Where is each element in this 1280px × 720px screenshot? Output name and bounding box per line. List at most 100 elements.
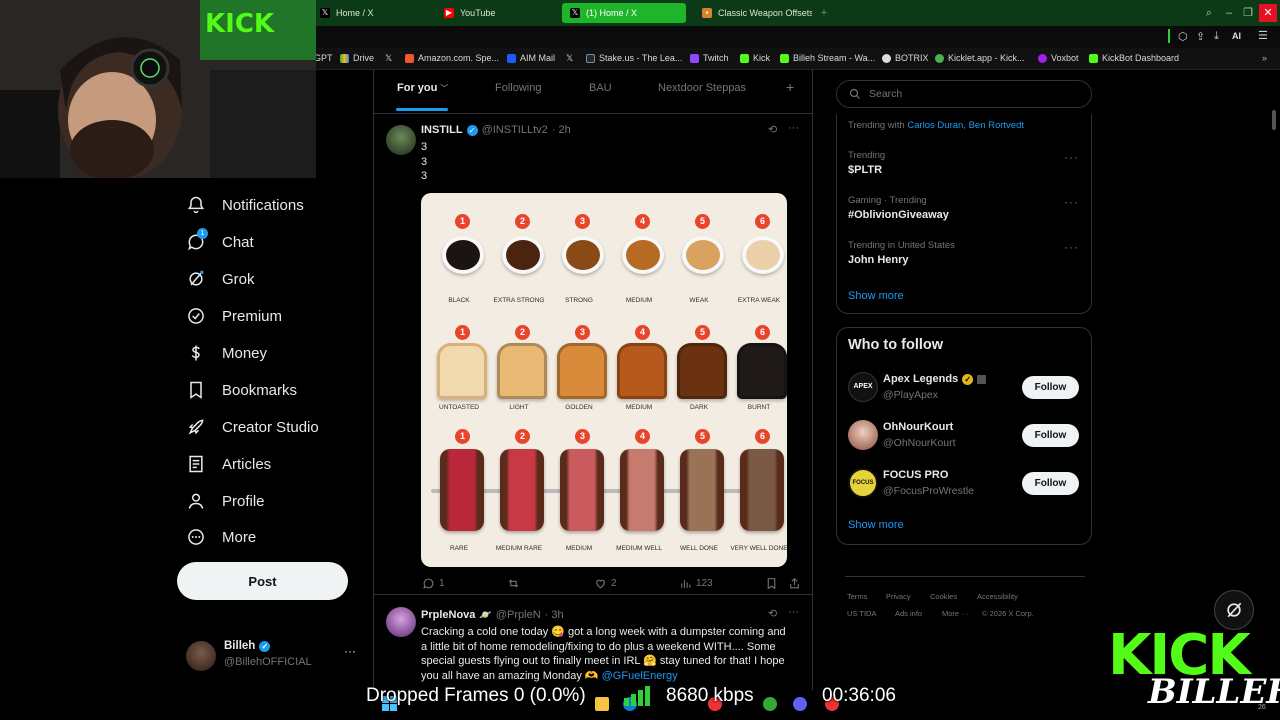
tweet-line: Cracking a cold one today 😋 got a long w…: [421, 626, 786, 638]
bookmark-item[interactable]: 𝕏: [566, 53, 577, 64]
trend-more-icon[interactable]: ···: [1064, 195, 1079, 209]
step-number-badge: 5: [695, 325, 710, 340]
nav-profile[interactable]: Profile: [186, 486, 265, 516]
browser-tab-weapon-offsets[interactable]: ▪ Classic Weapon Offsets at: [694, 3, 812, 23]
mention-link[interactable]: @GFuelEnergy: [602, 670, 678, 682]
nav-premium[interactable]: Premium: [186, 301, 282, 331]
tweet-author-name[interactable]: INSTILL: [421, 124, 463, 136]
grok-icon[interactable]: ⟲: [768, 607, 777, 620]
nav-creator-studio[interactable]: Creator Studio: [186, 412, 319, 442]
bookmark-item[interactable]: KickBot Dashboard: [1089, 53, 1179, 63]
tweet-image-doneness-chart[interactable]: 1 BLACK 2 EXTRA STRONG 3 STRONG 4 MEDIUM 5 WEAK 6 E…: [421, 193, 787, 567]
tweet-author-handle[interactable]: @INSTILLtv2: [482, 124, 548, 136]
tab-nextdoor-steppas[interactable]: Nextdoor Steppas: [658, 82, 746, 94]
avatar[interactable]: FOCUS: [848, 468, 878, 498]
reply-button[interactable]: 1: [422, 577, 445, 590]
tweet[interactable]: PrpleNova 🪐 @PrpleN · 3h ⟲ ··· Cracking …: [374, 597, 812, 690]
share-button[interactable]: [788, 577, 801, 590]
avatar[interactable]: APEX: [848, 372, 878, 402]
nav-more[interactable]: More: [186, 522, 256, 552]
footer-ads-info-link[interactable]: Ads info: [895, 609, 922, 618]
steak-label: WELL DONE: [679, 545, 719, 552]
browser-tab-active-home-x[interactable]: 𝕏 (1) Home / X: [562, 3, 686, 23]
nav-grok[interactable]: Grok: [186, 264, 255, 294]
tweet-more-icon[interactable]: ···: [788, 122, 799, 134]
bookmark-item[interactable]: Billeh Stream - Wa...: [780, 53, 875, 63]
tab-for-you[interactable]: For you ﹀: [397, 82, 448, 94]
x-icon: 𝕏: [570, 8, 580, 18]
bookmark-item[interactable]: Drive: [340, 53, 374, 63]
bookmark-button[interactable]: [765, 577, 778, 590]
tweet-more-icon[interactable]: ···: [788, 606, 799, 618]
tweet-author-handle[interactable]: @PrpleN: [496, 609, 541, 621]
footer-us-tida-link[interactable]: US TIDA: [847, 609, 876, 618]
tab-following[interactable]: Following: [495, 82, 541, 94]
browser-tab-home-x[interactable]: 𝕏 Home / X: [312, 3, 436, 23]
suggestion-handle: @OhNourKourt: [883, 437, 956, 449]
bookmark-item[interactable]: BOTRIX: [882, 53, 929, 63]
steak-slice: [440, 449, 484, 531]
restore-button[interactable]: ❐: [1239, 4, 1257, 22]
avatar[interactable]: [386, 125, 416, 155]
nav-money[interactable]: Money: [186, 338, 267, 368]
bookmark-item[interactable]: Amazon.com. Spe...: [405, 53, 499, 63]
close-button[interactable]: ✕: [1259, 4, 1277, 22]
footer-more-link[interactable]: More ···: [942, 609, 969, 618]
views-button[interactable]: 123: [679, 577, 713, 590]
bookmark-item[interactable]: Kicklet.app - Kick...: [935, 53, 1025, 63]
post-button[interactable]: Post: [177, 562, 348, 600]
avatar[interactable]: [848, 420, 878, 450]
trends-show-more-link[interactable]: Show more: [848, 290, 904, 302]
bookmark-item[interactable]: 𝕏: [385, 53, 396, 64]
nav-notifications[interactable]: Notifications: [186, 190, 304, 220]
tweet-time[interactable]: · 3h: [545, 609, 564, 621]
account-more-icon[interactable]: ···: [344, 644, 356, 658]
suggestion-name[interactable]: OhNourKourt: [883, 421, 953, 433]
nav-bookmarks[interactable]: Bookmarks: [186, 375, 297, 405]
tweet-author-name[interactable]: PrpleNova: [421, 609, 475, 621]
grok-icon[interactable]: ⟲: [768, 123, 777, 136]
follow-button[interactable]: Follow: [1022, 472, 1079, 495]
trend-more-icon[interactable]: ···: [1064, 150, 1079, 164]
trend-more-icon[interactable]: ···: [1064, 240, 1079, 254]
bookmark-item[interactable]: AIM Mail: [507, 53, 555, 63]
download-icon[interactable]: ⤓: [1214, 30, 1219, 43]
bookmark-item[interactable]: GPT: [314, 53, 333, 63]
bookmark-item[interactable]: Stake.us - The Lea...: [586, 53, 682, 63]
who-to-follow-show-more-link[interactable]: Show more: [848, 519, 904, 531]
search-icon[interactable]: ⌕: [1200, 4, 1218, 22]
new-tab-button[interactable]: +: [815, 4, 833, 22]
bookmark-item[interactable]: Voxbot: [1038, 53, 1079, 63]
account-switcher[interactable]: Billeh ✓ @BillehOFFICIAL ···: [186, 638, 366, 674]
tweet-time[interactable]: · 2h: [552, 124, 571, 136]
bookmark-item[interactable]: Twitch: [690, 53, 729, 63]
follow-button[interactable]: Follow: [1022, 376, 1079, 399]
suggestion-name-row: Apex Legends ✓: [883, 373, 987, 385]
tab-label: YouTube: [460, 8, 496, 18]
footer-privacy-link[interactable]: Privacy: [886, 592, 911, 601]
footer-terms-link[interactable]: Terms: [847, 592, 867, 601]
ai-button[interactable]: AI: [1232, 31, 1241, 41]
share-icon[interactable]: ⇪: [1196, 30, 1205, 43]
tab-bau[interactable]: BAU: [589, 82, 612, 94]
suggestion-name[interactable]: FOCUS PRO: [883, 469, 948, 481]
footer-accessibility-link[interactable]: Accessibility: [977, 592, 1018, 601]
menu-icon[interactable]: ☰: [1258, 29, 1268, 42]
like-button[interactable]: 2: [594, 577, 617, 590]
scrollbar-thumb[interactable]: [1272, 110, 1276, 130]
nav-chat[interactable]: 1 Chat: [186, 227, 254, 257]
suggestion-name[interactable]: Apex Legends: [883, 373, 958, 385]
repost-button[interactable]: [507, 577, 520, 590]
add-tab-icon[interactable]: +: [786, 79, 794, 95]
bookmark-item[interactable]: Kick: [740, 53, 770, 63]
search-input[interactable]: Search: [836, 80, 1092, 108]
browser-tab-youtube[interactable]: ▶ YouTube: [436, 3, 560, 23]
footer-cookies-link[interactable]: Cookies: [930, 592, 957, 601]
trend-related-links[interactable]: Carlos Duran, Ben Rortvedt: [907, 120, 1024, 131]
bookmarks-overflow-icon[interactable]: »: [1262, 53, 1267, 63]
minimize-button[interactable]: –: [1220, 4, 1238, 22]
follow-button[interactable]: Follow: [1022, 424, 1079, 447]
nav-articles[interactable]: Articles: [186, 449, 271, 479]
extensions-icon[interactable]: ⬡: [1178, 30, 1188, 43]
avatar[interactable]: [386, 607, 416, 637]
